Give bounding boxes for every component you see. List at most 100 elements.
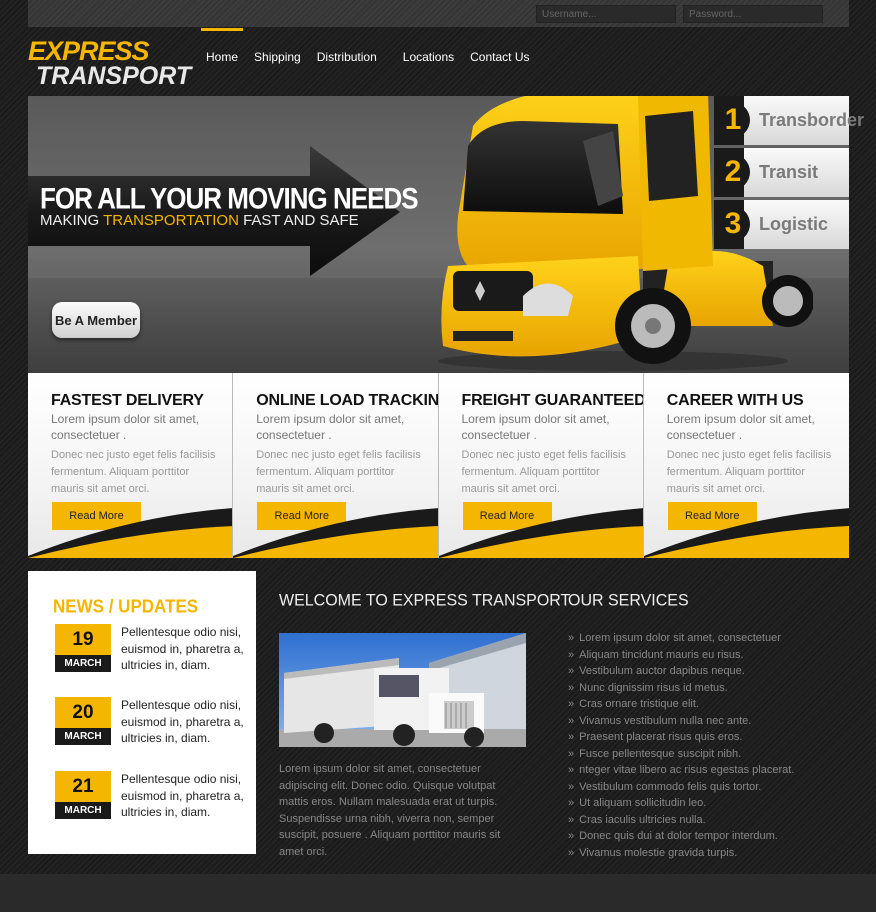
news-title: NEWS / UPDATES xyxy=(53,596,199,617)
feature-body: Donec nec justo eget felis facilisis fer… xyxy=(51,449,216,495)
service-label: Cras iaculis ultricies nulla. xyxy=(579,813,706,826)
news-date: 21 MARCH xyxy=(55,771,111,819)
hero-subheadline: MAKING TRANSPORTATION FAST AND SAFE xyxy=(40,212,359,229)
news-item[interactable]: 19 MARCH Pellentesque odio nisi, euismod… xyxy=(55,624,245,684)
service-label: Ut aliquam sollicitudin leo. xyxy=(579,797,707,809)
bullet-icon: » xyxy=(568,731,575,743)
bullet-icon: » xyxy=(568,681,575,694)
password-input[interactable] xyxy=(683,5,823,23)
tab-number: 2 xyxy=(716,154,750,190)
truck-photo xyxy=(279,633,526,747)
welcome-section: WELCOME TO EXPRESS TRANSPORT Lorem ipsum… xyxy=(279,592,571,858)
feature-body: Donec nec justo eget felis facilisis fer… xyxy=(461,449,626,495)
nav-distribution[interactable]: Distribution xyxy=(309,28,391,68)
service-label: Aliquam tincidunt mauris eu risus. xyxy=(579,648,744,661)
welcome-title: WELCOME TO EXPRESS TRANSPORT xyxy=(279,592,571,610)
tab-label: Transit xyxy=(759,162,819,182)
bullet-icon: » xyxy=(568,830,575,842)
hero-sub-highlight: TRANSPORTATION xyxy=(103,212,239,229)
side-tabs: 1 Transborder 2 Transit 3 Logistic xyxy=(714,96,864,252)
service-item[interactable]: » Aliquam tincidunt mauris eu risus. xyxy=(568,647,838,664)
news-date: 19 MARCH xyxy=(55,624,111,672)
service-label: nteger vitae libero ac risus egestas pla… xyxy=(579,764,795,776)
feature-lead: Lorem ipsum dolor sit amet, consectetuer… xyxy=(51,412,200,442)
news-text: Pellentesque odio nisi, euismod in, phar… xyxy=(121,772,244,819)
news-month: MARCH xyxy=(55,655,111,672)
feature-swoosh xyxy=(643,508,849,558)
feature-body: Donec nec justo eget felis facilisis fer… xyxy=(666,449,832,495)
logo[interactable]: EXPRESS TRANSPORT xyxy=(28,36,191,89)
side-tab-logistic[interactable]: 3 Logistic xyxy=(714,200,849,249)
news-day: 20 xyxy=(55,697,111,728)
nav-contact-us[interactable]: Contact Us xyxy=(462,28,537,68)
logo-line1: EXPRESS xyxy=(28,36,150,66)
service-item[interactable]: » Lorem ipsum dolor sit amet, consectetue… xyxy=(568,630,838,647)
bullet-icon: » xyxy=(568,632,575,644)
news-text: Pellentesque odio nisi, euismod in, phar… xyxy=(121,625,244,672)
news-item[interactable]: 20 MARCH Pellentesque odio nisi, euismod… xyxy=(55,697,245,757)
username-input[interactable] xyxy=(536,5,676,23)
service-label: Donec quis dui at dolor tempor interdum. xyxy=(579,830,778,842)
service-item[interactable]: » Vestibulum commodo felis quis tortor. xyxy=(568,779,838,796)
tab-number: 1 xyxy=(716,102,750,138)
bullet-icon: » xyxy=(568,665,575,677)
bullet-icon: » xyxy=(568,846,575,859)
feature-title: FASTEST DELIVERY xyxy=(51,392,204,409)
nav-home[interactable]: Home xyxy=(198,28,246,68)
news-month: MARCH xyxy=(55,802,111,819)
bullet-icon: » xyxy=(568,813,575,826)
hero-sub-text: MAKING xyxy=(40,212,104,229)
services-section: OUR SERVICES » Lorem ipsum dolor sit amet… xyxy=(568,592,838,859)
feature-lead: Lorem ipsum dolor sit amet, consectetuer… xyxy=(666,412,815,442)
service-item[interactable]: » Fusce pellentesque suscipit nibh. xyxy=(568,746,838,763)
bullet-icon: » xyxy=(568,747,575,760)
service-label: Vestibulum commodo felis quis tortor. xyxy=(579,780,762,793)
feature-swoosh xyxy=(28,508,233,558)
service-item[interactable]: » Vivamus vestibulum nulla nec ante. xyxy=(568,713,838,730)
feature-freight-guaranteed: FREIGHT GUARANTEED Lorem ipsum dolor sit… xyxy=(438,373,644,558)
news-day: 21 xyxy=(55,771,111,802)
feature-title: CAREER WITH US xyxy=(666,392,804,409)
services-list: » Lorem ipsum dolor sit amet, consectetue… xyxy=(568,630,838,861)
service-label: Vivamus vestibulum nulla nec ante. xyxy=(579,714,752,727)
side-tab-transit[interactable]: 2 Transit xyxy=(714,148,849,197)
tab-label: Logistic xyxy=(759,214,829,234)
side-tab-transborder[interactable]: 1 Transborder xyxy=(714,96,864,145)
feature-swoosh xyxy=(438,508,643,558)
tab-label: Transborder xyxy=(759,110,865,130)
hero-sub-text-end: FAST AND SAFE xyxy=(238,212,359,229)
services-title: OUR SERVICES xyxy=(568,592,689,610)
bullet-icon: » xyxy=(568,648,575,661)
bullet-icon: » xyxy=(568,714,575,727)
service-item[interactable]: » Praesent placerat risus quis eros. xyxy=(568,729,838,746)
service-item[interactable]: » Cras ornare tristique elit. xyxy=(568,696,838,713)
bullet-icon: » xyxy=(568,764,575,776)
bullet-icon: » xyxy=(568,698,575,710)
nav-shipping[interactable]: Shipping xyxy=(246,28,309,68)
service-item[interactable]: » Donec quis dui at dolor tempor interdum… xyxy=(568,828,838,845)
service-item[interactable]: » nteger vitae libero ac risus egestas pl… xyxy=(568,762,838,779)
service-label: Cras ornare tristique elit. xyxy=(579,698,699,710)
news-panel: NEWS / UPDATES 19 MARCH Pellentesque odi… xyxy=(28,571,256,854)
service-label: Nunc dignissim risus id metus. xyxy=(579,681,728,694)
bullet-icon: » xyxy=(568,797,575,809)
service-item[interactable]: » Ut aliquam sollicitudin leo. xyxy=(568,795,838,812)
features-row: FASTEST DELIVERY Lorem ipsum dolor sit a… xyxy=(28,373,849,558)
footer xyxy=(0,874,876,912)
service-item[interactable]: » Vivamus molestie gravida turpis. xyxy=(568,845,838,862)
login-bar xyxy=(28,0,849,27)
service-label: Praesent placerat risus quis eros. xyxy=(579,731,743,743)
feature-title: FREIGHT GUARANTEED xyxy=(461,392,644,409)
welcome-text: Lorem ipsum dolor sit amet, consectetuer… xyxy=(279,763,501,858)
news-month: MARCH xyxy=(55,728,111,745)
feature-online-load-tracking: ONLINE LOAD TRACKING Lorem ipsum dolor s… xyxy=(233,373,439,558)
be-a-member-button[interactable]: Be A Member xyxy=(52,302,140,338)
nav-locations[interactable]: Locations xyxy=(391,28,462,68)
feature-title: ONLINE LOAD TRACKING xyxy=(256,392,439,409)
service-item[interactable]: » Vestibulum auctor dapibus neque. xyxy=(568,663,838,680)
feature-swoosh xyxy=(233,508,438,558)
news-item[interactable]: 21 MARCH Pellentesque odio nisi, euismod… xyxy=(55,771,245,831)
service-item[interactable]: » Cras iaculis ultricies nulla. xyxy=(568,812,838,829)
feature-lead: Lorem ipsum dolor sit amet, consectetuer… xyxy=(461,412,610,442)
service-item[interactable]: » Nunc dignissim risus id metus. xyxy=(568,680,838,697)
